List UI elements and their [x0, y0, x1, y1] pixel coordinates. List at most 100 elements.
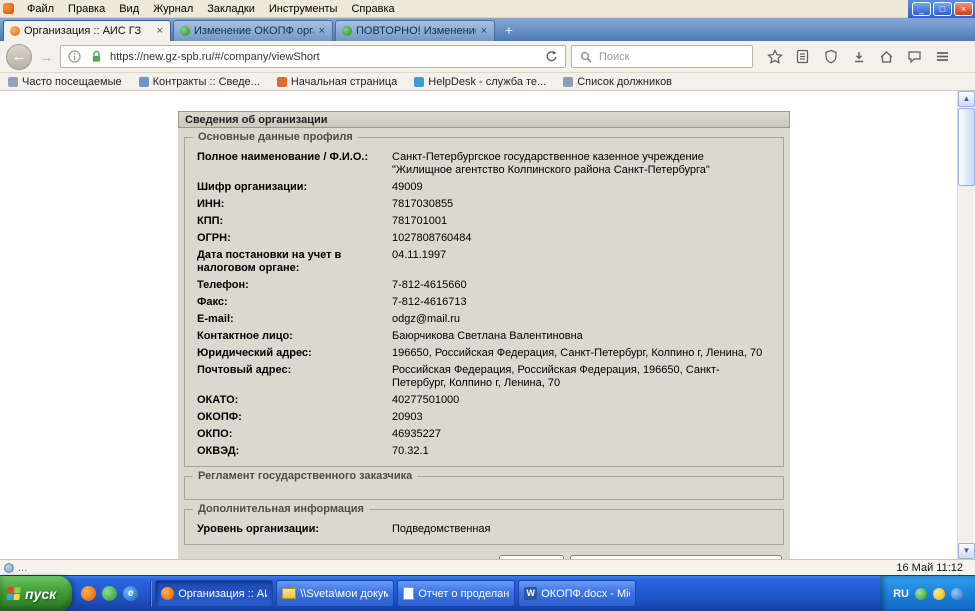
task-label: Организация :: АИС ...: [178, 587, 267, 600]
bookmark-debtors[interactable]: Список должников: [563, 76, 672, 88]
bookmark-contracts[interactable]: Контракты :: Сведе...: [138, 76, 260, 88]
folder-icon: [282, 588, 297, 599]
url-input[interactable]: [110, 50, 533, 63]
reload-icon[interactable]: [543, 48, 560, 65]
scroll-up-icon[interactable]: ▲: [958, 91, 975, 107]
field-value: Санкт-Петербургское государственное казе…: [392, 151, 710, 176]
tab-title: Изменение ОКОПФ органи...: [194, 25, 314, 37]
shield-icon[interactable]: [822, 48, 839, 65]
task-explorer-folder[interactable]: \\Sveta\мои докумен...: [276, 580, 395, 607]
section-legend: Основные данные профиля: [193, 131, 358, 143]
close-button[interactable]: ×: [954, 1, 973, 16]
table-row: ИНН: 7817030855: [185, 196, 783, 213]
field-label: ОКОПФ:: [197, 411, 242, 423]
field-label: ОКАТО:: [197, 394, 239, 406]
menu-icon[interactable]: [934, 48, 951, 65]
panel-title: Сведения об организации: [178, 111, 790, 128]
network-tray-icon[interactable]: [951, 587, 963, 600]
bookmark-most-visited[interactable]: Часто посещаемые: [8, 76, 122, 88]
bookmark-label: Часто посещаемые: [22, 75, 122, 88]
section-additional-info: Дополнительная информация Уровень органи…: [184, 503, 784, 545]
table-row: ОКВЭД: 70.32.1: [185, 443, 783, 460]
page-icon: [138, 76, 149, 87]
forward-button[interactable]: →: [37, 47, 55, 67]
menu-bookmarks[interactable]: Закладки: [200, 2, 262, 16]
document-icon: [403, 587, 415, 600]
bookmark-label: Начальная страница: [290, 75, 398, 88]
table-row: Контактное лицо: Баюрчикова Светлана Вал…: [185, 328, 783, 345]
taskbar-divider: [150, 580, 153, 607]
notification-tray-icon[interactable]: [933, 587, 945, 600]
menu-history[interactable]: Журнал: [146, 2, 200, 16]
field-value: 49009: [392, 181, 423, 193]
site-info-icon[interactable]: [66, 48, 83, 65]
start-button[interactable]: пуск: [0, 575, 73, 611]
field-label: Шифр организации:: [197, 181, 308, 193]
table-row: Полное наименование / Ф.И.О.: Санкт-Пете…: [185, 149, 783, 179]
menu-help[interactable]: Справка: [344, 2, 401, 16]
app-quicklaunch-icon[interactable]: [102, 586, 118, 601]
antivirus-tray-icon[interactable]: [915, 587, 927, 600]
menu-bar: Файл Правка Вид Журнал Закладки Инструме…: [0, 0, 975, 18]
minimize-button[interactable]: _: [912, 1, 931, 16]
table-row: Почтовый адрес: Российская Федерация, Ро…: [185, 362, 783, 392]
new-tab-button[interactable]: +: [497, 20, 521, 41]
task-report-doc[interactable]: Отчет о проделанн...: [397, 580, 516, 607]
menu-edit[interactable]: Правка: [61, 2, 112, 16]
bookmark-start-page[interactable]: Начальная страница: [276, 75, 398, 88]
section-legend: Дополнительная информация: [193, 503, 369, 515]
field-value: 7817030855: [392, 198, 454, 210]
task-word-okopf[interactable]: W ОКОПФ.docx - Micro...: [518, 580, 637, 607]
field-value: Российская Федерация, Российская Федерац…: [392, 364, 720, 389]
tab-organization[interactable]: Организация :: АИС ГЗ ×: [3, 20, 171, 41]
downloads-icon[interactable]: [850, 48, 867, 65]
bookmark-star-icon[interactable]: [766, 48, 783, 65]
field-value: Подведомственная: [392, 523, 491, 535]
windows-taskbar: пуск e Организация :: АИС ... \\Sveta\мо…: [0, 575, 975, 611]
search-input[interactable]: [599, 50, 747, 63]
language-indicator[interactable]: RU: [893, 588, 909, 600]
section-customer-regulation: Регламент государственного заказчика: [184, 470, 784, 500]
tab-title: Организация :: АИС ГЗ: [24, 25, 142, 37]
back-button[interactable]: ←: [6, 43, 32, 70]
bookmark-helpdesk[interactable]: HelpDesk - служба те...: [414, 76, 546, 88]
address-bar[interactable]: [60, 45, 566, 68]
chat-icon[interactable]: [906, 48, 923, 65]
maximize-button[interactable]: □: [933, 1, 952, 16]
tab-okopf-repeat[interactable]: ПОВТОРНО! Изменение ОКО... ×: [335, 20, 495, 41]
bookmarks-menu-icon[interactable]: [794, 48, 811, 65]
tab-okopf-change[interactable]: Изменение ОКОПФ органи... ×: [173, 20, 333, 41]
firefox-quicklaunch-icon[interactable]: [81, 586, 97, 601]
search-bar[interactable]: [571, 45, 753, 68]
status-left: ...: [4, 562, 27, 574]
menu-file[interactable]: Файл: [20, 2, 61, 16]
edit-profile-button[interactable]: Редактировать профиль заказчика: [570, 555, 782, 559]
site-favicon: [180, 26, 190, 36]
ie-quicklaunch-icon[interactable]: e: [123, 586, 139, 601]
menu-tools[interactable]: Инструменты: [262, 2, 345, 16]
field-value: 20903: [392, 411, 423, 423]
menu-view[interactable]: Вид: [112, 2, 146, 16]
field-label: Почтовый адрес:: [197, 364, 292, 376]
tab-close-icon[interactable]: ×: [156, 25, 164, 37]
site-favicon: [10, 26, 20, 36]
scrollbar-thumb[interactable]: [958, 108, 975, 186]
field-label: ОКПО:: [197, 428, 233, 440]
search-icon: [577, 48, 594, 65]
form-actions: Назад Редактировать профиль заказчика: [186, 555, 782, 559]
vertical-scrollbar[interactable]: ▲ ▼: [957, 91, 975, 559]
bookmark-label: Список должников: [577, 75, 673, 88]
task-firefox[interactable]: Организация :: АИС ...: [155, 580, 274, 607]
scroll-down-icon[interactable]: ▼: [958, 543, 975, 559]
navigation-toolbar: ← →: [0, 41, 975, 73]
tab-close-icon[interactable]: ×: [480, 25, 488, 37]
page-viewport: Сведения об организации Основные данные …: [0, 91, 975, 559]
field-label: Факс:: [197, 296, 228, 308]
field-value: 46935227: [392, 428, 441, 440]
tab-close-icon[interactable]: ×: [318, 25, 326, 37]
organization-panel: Сведения об организации Основные данные …: [178, 111, 790, 559]
home-icon[interactable]: [878, 48, 895, 65]
folder-icon: [8, 76, 18, 87]
back-page-button[interactable]: Назад: [498, 555, 565, 559]
globe-icon: [4, 562, 14, 573]
